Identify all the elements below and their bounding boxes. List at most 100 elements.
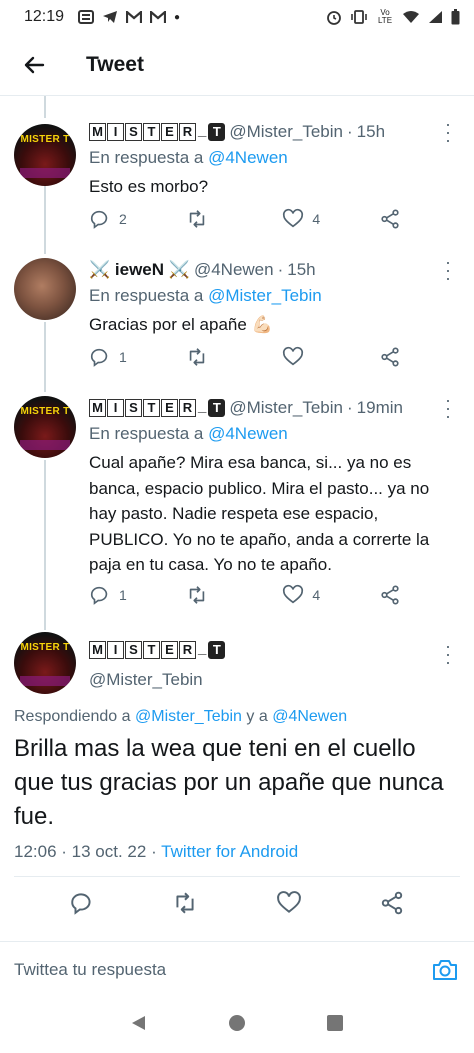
volte-icon: Vo LTE (377, 8, 393, 25)
notes-icon (78, 10, 95, 24)
share-icon (381, 209, 399, 229)
gmail-icon (150, 10, 167, 23)
handle[interactable]: @Mister_Tebin (89, 670, 460, 690)
tweet-header: M I S T E R _ T (89, 638, 460, 662)
reply-icon (71, 893, 91, 915)
tweet-actions: 1 4 (89, 584, 409, 606)
display-name[interactable]: M I S T E R _ T (89, 399, 226, 417)
handle[interactable]: @Mister_Tebin (229, 398, 343, 418)
focal-tweet: MISTER T M I S T E R _ T @Mister_Tebin · · · Resp… (0, 630, 474, 940)
avatar[interactable] (14, 258, 76, 320)
battery-icon (451, 9, 460, 25)
tweet-text: Gracias por el apañe 💪🏻 (89, 315, 273, 334)
timestamp[interactable]: 19min (357, 398, 403, 418)
heart-icon (283, 208, 304, 228)
wifi-icon (403, 11, 419, 23)
system-icons: Vo LTE (326, 9, 460, 25)
notification-icons: ● (78, 10, 180, 24)
mention-link[interactable]: @4Newen (272, 708, 347, 725)
like-count: 4 (312, 587, 321, 603)
heart-icon (283, 346, 304, 366)
nav-recents-button[interactable] (326, 1014, 344, 1037)
avatar[interactable]: MISTER T (14, 396, 76, 458)
like-button[interactable] (282, 346, 379, 368)
status-bar: 12:19 ● Vo LTE (0, 0, 474, 34)
reply-context: En respuesta a @Mister_Tebin (89, 286, 322, 305)
retweet-button[interactable] (186, 208, 283, 230)
nav-back-button[interactable] (130, 1014, 148, 1037)
like-button[interactable] (276, 890, 302, 921)
display-name[interactable]: ⚔️ ieweN ⚔️ (89, 260, 190, 280)
reply-context: En respuesta a @4Newen (89, 424, 288, 443)
reply-count: 2 (119, 211, 127, 227)
share-button[interactable] (379, 208, 409, 230)
tweet-actions: 1 (89, 346, 409, 368)
more-options-icon[interactable]: · · · (442, 115, 454, 149)
tweet-header: M I S T E R _ T @Mister_Tebin · 15h (89, 120, 460, 144)
share-icon (381, 347, 399, 367)
mention-link[interactable]: @Mister_Tebin (208, 286, 322, 305)
mention-link[interactable]: @4Newen (208, 424, 288, 443)
tweet-source[interactable]: Twitter for Android (161, 842, 298, 861)
timestamp[interactable]: 15h (287, 260, 315, 280)
thread-tweet[interactable]: MISTER T M I S T E R _ T @Mister_Tebin · 19min … (0, 391, 474, 622)
system-nav-bar (0, 997, 474, 1053)
thread-line (44, 96, 46, 118)
tweet-meta: 12:06 · 13 oct. 22 · Twitter for Android (14, 842, 299, 861)
mention-link[interactable]: @4Newen (208, 148, 288, 167)
thread-tweet[interactable]: MISTER T M I S T E R _ T @Mister_Tebin · 15h · ·… (0, 115, 474, 250)
mention-link[interactable]: @Mister_Tebin (135, 708, 242, 725)
tweet-time: 12:06 (14, 842, 57, 861)
tweet-actions: 2 4 (89, 208, 409, 230)
divider (14, 876, 460, 877)
page-title: Tweet (86, 52, 144, 76)
reply-button[interactable]: 2 (89, 208, 186, 230)
camera-icon (433, 959, 457, 980)
back-arrow-icon (24, 56, 45, 73)
reply-button[interactable]: 1 (89, 346, 186, 368)
retweet-button[interactable] (172, 890, 198, 921)
tweet-text: Cual apañe? Mira esa banca, si... ya no … (89, 453, 430, 574)
avatar[interactable]: MISTER T (14, 124, 76, 186)
tweet-date: 13 oct. 22 (71, 842, 147, 861)
back-button[interactable] (4, 34, 64, 96)
camera-button[interactable] (430, 955, 460, 985)
thread-tweet[interactable]: ⚔️ ieweN ⚔️ @4Newen · 15h · · · En respues… (0, 253, 474, 388)
nav-home-button[interactable] (228, 1014, 246, 1037)
handle[interactable]: @4Newen (194, 260, 274, 280)
reply-icon (90, 210, 108, 229)
retweet-icon (176, 892, 194, 914)
tweet-text: Brilla mas la wea que teni en el cuello … (14, 735, 444, 830)
home-circle-icon (229, 1014, 245, 1031)
reply-input[interactable]: Twittea tu respuesta (14, 960, 430, 980)
reply-button[interactable]: 1 (89, 584, 186, 606)
reply-icon (90, 586, 108, 605)
signal-icon (429, 11, 442, 23)
reply-count: 1 (119, 587, 127, 603)
timestamp[interactable]: 15h (357, 122, 385, 142)
share-button[interactable] (379, 890, 405, 921)
retweet-button[interactable] (186, 584, 283, 606)
retweet-icon (189, 210, 204, 228)
like-button[interactable]: 4 (282, 208, 379, 230)
recents-square-icon (327, 1014, 343, 1031)
display-name[interactable]: M I S T E R _ T (89, 123, 226, 141)
more-options-icon[interactable]: · · · (442, 391, 454, 425)
more-options-icon[interactable]: · · · (442, 637, 454, 671)
retweet-icon (189, 348, 204, 366)
share-button[interactable] (379, 584, 409, 606)
avatar[interactable]: MISTER T (14, 632, 76, 694)
tweet-text: Esto es morbo? (89, 177, 209, 196)
retweet-icon (189, 586, 204, 604)
display-name[interactable]: M I S T E R _ T (89, 641, 226, 659)
reply-context: En respuesta a @4Newen (89, 148, 288, 167)
retweet-button[interactable] (186, 346, 283, 368)
vibrate-icon (351, 10, 367, 24)
tweet-header: M I S T E R _ T @Mister_Tebin · 19min (89, 396, 460, 420)
like-button[interactable]: 4 (282, 584, 379, 606)
share-icon (381, 585, 399, 605)
handle[interactable]: @Mister_Tebin (229, 122, 343, 142)
share-button[interactable] (379, 346, 409, 368)
more-options-icon[interactable]: · · · (442, 253, 454, 287)
reply-button[interactable] (69, 890, 95, 921)
